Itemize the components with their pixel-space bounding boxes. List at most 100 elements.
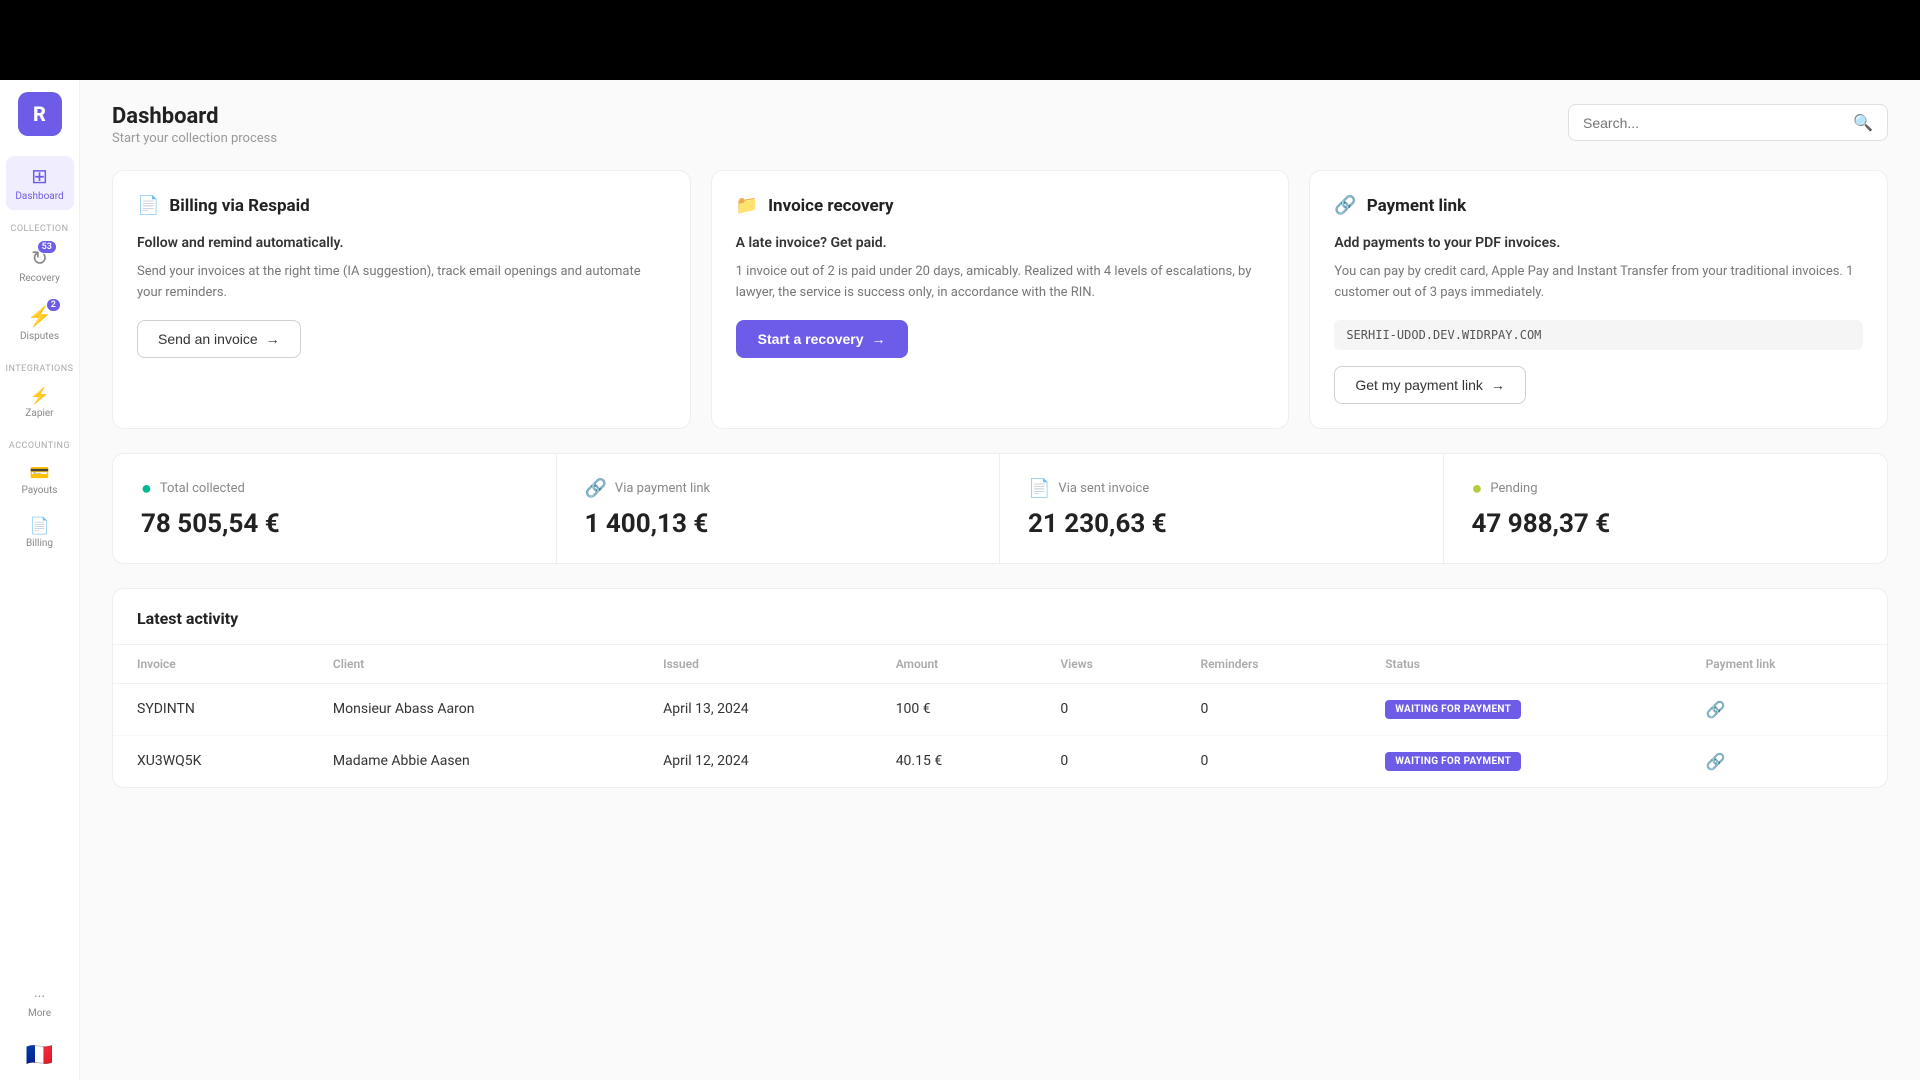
sidebar-label-more: More: [28, 1008, 51, 1019]
row2-link[interactable]: 🔗: [1682, 735, 1887, 787]
stat-total-header: ● Total collected: [141, 478, 528, 499]
total-collected-label: Total collected: [160, 481, 245, 496]
recovery-badge: 53: [38, 241, 56, 253]
via-payment-icon: 🔗: [585, 478, 607, 499]
sidebar-item-disputes[interactable]: ⚡ 2 Disputes: [6, 296, 74, 350]
page-subtitle: Start your collection process: [112, 131, 277, 146]
sidebar-logo[interactable]: R: [18, 92, 62, 136]
pending-value: 47 988,37 €: [1472, 509, 1860, 539]
sidebar-item-more[interactable]: ··· More: [6, 981, 74, 1027]
dashboard-icon: ⊞: [31, 164, 48, 188]
sidebar-item-recovery[interactable]: ↻ 53 Recovery: [6, 238, 74, 292]
billing-icon: 📄: [30, 516, 50, 535]
get-payment-link-arrow: →: [1491, 377, 1505, 393]
col-views: Views: [1036, 645, 1176, 684]
sidebar-label-disputes: Disputes: [20, 331, 59, 342]
sidebar-item-dashboard[interactable]: ⊞ Dashboard: [6, 156, 74, 210]
via-payment-value: 1 400,13 €: [585, 509, 972, 539]
recovery-card-heading: A late invoice? Get paid.: [736, 232, 1265, 254]
via-invoice-icon: 📄: [1028, 478, 1050, 499]
payment-card-icon: 🔗: [1334, 195, 1356, 216]
cards-row: 📄 Billing via Respaid Follow and remind …: [112, 170, 1888, 429]
sidebar-item-payouts[interactable]: 💳 Payouts: [6, 455, 74, 504]
top-bar: [0, 0, 1920, 80]
sidebar-label-billing: Billing: [26, 538, 53, 549]
pending-icon: ●: [1472, 478, 1483, 499]
activity-table: Invoice Client Issued Amount Views Remin…: [113, 645, 1887, 787]
page-title: Dashboard: [112, 104, 277, 129]
payment-link-url: SERHII-UDOD.DEV.WIDRPAY.COM: [1334, 320, 1863, 350]
search-container[interactable]: 🔍: [1568, 104, 1888, 141]
row1-invoice: SYDINTN: [113, 683, 309, 735]
row2-views: 0: [1036, 735, 1176, 787]
stats-row: ● Total collected 78 505,54 € 🔗 Via paym…: [112, 453, 1888, 564]
row2-link-icon[interactable]: 🔗: [1706, 752, 1726, 771]
row1-status: WAITING FOR PAYMENT: [1361, 683, 1681, 735]
card-payment-header: 🔗 Payment link: [1334, 195, 1863, 216]
billing-card-title: Billing via Respaid: [169, 196, 309, 216]
send-invoice-button[interactable]: Send an invoice →: [137, 320, 301, 358]
via-payment-label: Via payment link: [615, 481, 710, 496]
row2-amount: 40.15 €: [872, 735, 1037, 787]
card-payment-link: 🔗 Payment link Add payments to your PDF …: [1309, 170, 1888, 429]
col-issued: Issued: [639, 645, 872, 684]
row2-client: Madame Abbie Aasen: [309, 735, 639, 787]
section-label-accounting: ACCOUNTING: [0, 441, 79, 451]
row1-amount: 100 €: [872, 683, 1037, 735]
col-invoice: Invoice: [113, 645, 309, 684]
start-recovery-label: Start a recovery: [758, 331, 864, 347]
sidebar-item-zapier[interactable]: ⚡ Zapier: [6, 378, 74, 427]
recovery-card-title: Invoice recovery: [768, 196, 894, 216]
start-recovery-arrow: →: [872, 331, 886, 347]
total-collected-icon: ●: [141, 478, 152, 499]
section-label-collection: COLLECTION: [0, 224, 79, 234]
search-input[interactable]: [1583, 115, 1845, 131]
sidebar-label-payouts: Payouts: [22, 485, 58, 496]
recovery-card-icon: 📁: [736, 195, 758, 216]
col-payment-link: Payment link: [1682, 645, 1887, 684]
table-header-row: Invoice Client Issued Amount Views Remin…: [113, 645, 1887, 684]
activity-title: Latest activity: [113, 589, 1887, 645]
row1-link-icon[interactable]: 🔗: [1706, 700, 1726, 719]
row2-issued: April 12, 2024: [639, 735, 872, 787]
send-invoice-label: Send an invoice: [158, 331, 258, 347]
get-payment-link-button[interactable]: Get my payment link →: [1334, 366, 1526, 404]
disputes-badge: 2: [47, 299, 60, 311]
stat-pending: ● Pending 47 988,37 €: [1444, 454, 1888, 563]
recovery-card-desc: 1 invoice out of 2 is paid under 20 days…: [736, 262, 1265, 304]
row1-views: 0: [1036, 683, 1176, 735]
status-badge: WAITING FOR PAYMENT: [1385, 700, 1521, 719]
billing-card-icon: 📄: [137, 195, 159, 216]
row2-invoice: XU3WQ5K: [113, 735, 309, 787]
sidebar-label-dashboard: Dashboard: [15, 191, 63, 202]
sidebar-item-billing[interactable]: 📄 Billing: [6, 508, 74, 557]
stat-via-sent-invoice: 📄 Via sent invoice 21 230,63 €: [1000, 454, 1444, 563]
total-collected-value: 78 505,54 €: [141, 509, 528, 539]
stat-via-payment-link: 🔗 Via payment link 1 400,13 €: [557, 454, 1001, 563]
card-billing-header: 📄 Billing via Respaid: [137, 195, 666, 216]
row2-status: WAITING FOR PAYMENT: [1361, 735, 1681, 787]
row1-client: Monsieur Abass Aaron: [309, 683, 639, 735]
recovery-icon: ↻ 53: [31, 246, 48, 270]
page-title-group: Dashboard Start your collection process: [112, 104, 277, 146]
get-payment-link-label: Get my payment link: [1355, 377, 1483, 393]
col-reminders: Reminders: [1176, 645, 1361, 684]
send-invoice-arrow: →: [266, 331, 280, 347]
country-flag[interactable]: 🇫🇷: [26, 1043, 53, 1068]
stat-pending-header: ● Pending: [1472, 478, 1860, 499]
via-invoice-label: Via sent invoice: [1058, 481, 1149, 496]
sidebar-label-recovery: Recovery: [19, 273, 60, 284]
sidebar: R ⊞ Dashboard COLLECTION ↻ 53 Recovery ⚡: [0, 80, 80, 1080]
start-recovery-button[interactable]: Start a recovery →: [736, 320, 908, 358]
card-billing-via-respaid: 📄 Billing via Respaid Follow and remind …: [112, 170, 691, 429]
main-content: Dashboard Start your collection process …: [80, 80, 1920, 1080]
row1-reminders: 0: [1176, 683, 1361, 735]
col-client: Client: [309, 645, 639, 684]
stat-invoice-header: 📄 Via sent invoice: [1028, 478, 1415, 499]
row1-link[interactable]: 🔗: [1682, 683, 1887, 735]
card-recovery-header: 📁 Invoice recovery: [736, 195, 1265, 216]
payouts-icon: 💳: [30, 463, 50, 482]
payment-card-heading: Add payments to your PDF invoices.: [1334, 232, 1863, 254]
status-badge: WAITING FOR PAYMENT: [1385, 752, 1521, 771]
row2-reminders: 0: [1176, 735, 1361, 787]
